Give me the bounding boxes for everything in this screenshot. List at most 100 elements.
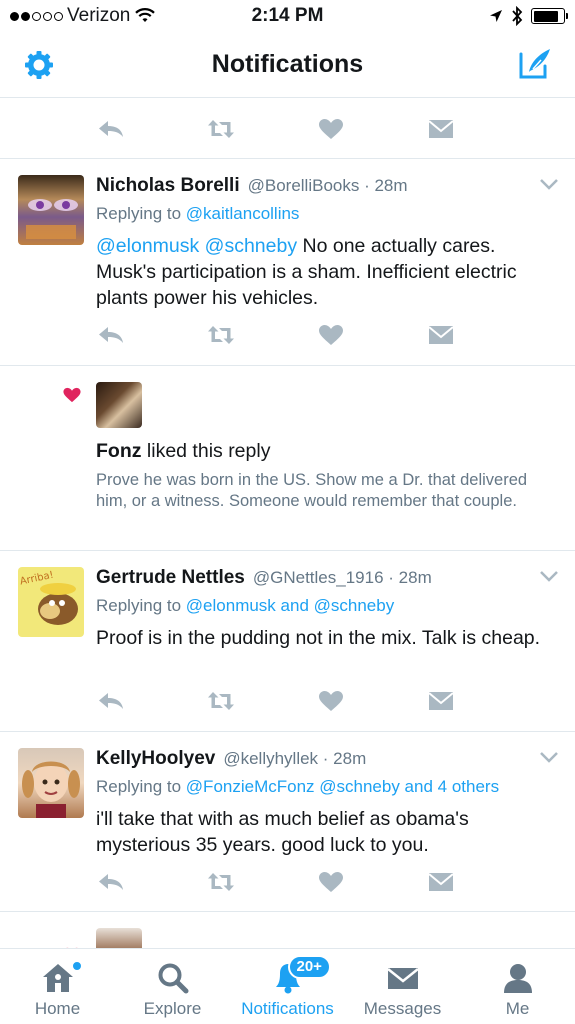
replying-to-link[interactable]: @FonzieMcFonz @schneby and 4 others bbox=[186, 777, 499, 796]
envelope-icon bbox=[428, 326, 454, 344]
tweet-text: i'll take that with as much belief as ob… bbox=[96, 808, 469, 856]
replying-to-link[interactable]: @kaitlancollins bbox=[186, 204, 300, 223]
replying-label: Replying to bbox=[96, 204, 182, 223]
replying-to-link[interactable]: @elonmusk and @schneby bbox=[186, 596, 394, 615]
like-button[interactable] bbox=[276, 870, 386, 894]
author-name[interactable]: KellyHoolyev bbox=[96, 746, 215, 772]
retweet-button[interactable] bbox=[166, 870, 276, 894]
notifications-feed[interactable]: Nicholas Borelli @BorelliBooks · 28m Rep… bbox=[0, 99, 575, 948]
tweet-time: · 28m bbox=[322, 749, 367, 768]
reply-button[interactable] bbox=[56, 870, 166, 894]
envelope-icon bbox=[386, 968, 419, 989]
heart-icon bbox=[319, 325, 343, 345]
new-content-dot bbox=[71, 961, 82, 971]
avatar[interactable] bbox=[96, 382, 142, 428]
author-handle[interactable]: @kellyhyllek bbox=[223, 749, 318, 768]
tweet-time: · 28m bbox=[388, 568, 432, 587]
liked-tweet-text[interactable]: Prove he was born in the US. Show me a D… bbox=[96, 470, 545, 511]
heart-icon bbox=[319, 691, 343, 711]
heart-icon bbox=[319, 119, 343, 139]
retweet-icon bbox=[208, 120, 234, 138]
tab-label: Notifications bbox=[241, 999, 334, 1018]
avatar[interactable]: Arriba! bbox=[18, 567, 84, 637]
status-bar: Verizon 2:14 PM bbox=[0, 0, 575, 32]
author-handle[interactable]: @BorelliBooks bbox=[248, 176, 360, 195]
tab-label: Me bbox=[505, 999, 530, 1018]
retweet-icon bbox=[208, 873, 234, 891]
retweet-button[interactable] bbox=[166, 689, 276, 713]
child-photo-image bbox=[22, 761, 80, 818]
tweet-item[interactable]: Nicholas Borelli @BorelliBooks · 28m Rep… bbox=[0, 159, 575, 366]
retweet-button[interactable] bbox=[166, 117, 276, 141]
reply-button[interactable] bbox=[56, 117, 166, 141]
compose-icon[interactable] bbox=[517, 46, 553, 82]
tweet-text: Proof is in the pudding not in the mix. … bbox=[96, 627, 541, 649]
top-nav-bar: Notifications bbox=[0, 32, 575, 98]
signal-strength-icon bbox=[10, 11, 63, 21]
tab-label: Explore bbox=[143, 999, 202, 1018]
avatar[interactable] bbox=[18, 748, 84, 818]
bluetooth-icon bbox=[512, 6, 523, 26]
retweet-icon bbox=[208, 692, 234, 710]
carrier-info: Verizon bbox=[10, 5, 156, 27]
message-button[interactable] bbox=[386, 323, 496, 347]
mention-link[interactable]: @elonmusk @schneby bbox=[96, 235, 297, 257]
book-cover-image bbox=[26, 199, 78, 239]
wifi-icon bbox=[135, 8, 156, 22]
tab-explore[interactable]: Explore bbox=[115, 949, 230, 1024]
reply-button[interactable] bbox=[56, 689, 166, 713]
like-button[interactable] bbox=[276, 323, 386, 347]
envelope-icon bbox=[428, 873, 454, 891]
author-name[interactable]: Gertrude Nettles bbox=[96, 565, 245, 591]
person-icon bbox=[503, 964, 532, 993]
avatar[interactable] bbox=[96, 928, 142, 948]
reply-icon bbox=[99, 874, 123, 890]
author-name[interactable]: Nicholas Borelli bbox=[96, 173, 240, 199]
chevron-down-icon[interactable] bbox=[539, 750, 559, 764]
bottom-tab-bar: Home Explore 20+ Notifications Messages … bbox=[0, 948, 575, 1024]
message-button[interactable] bbox=[386, 117, 496, 141]
chevron-down-icon[interactable] bbox=[539, 177, 559, 191]
tab-me[interactable]: Me bbox=[460, 949, 575, 1024]
tab-label: Messages bbox=[363, 999, 442, 1018]
location-arrow-icon bbox=[490, 10, 502, 22]
message-button[interactable] bbox=[386, 689, 496, 713]
like-notification[interactable] bbox=[0, 928, 575, 948]
home-icon bbox=[42, 964, 73, 992]
replying-to: Replying to @FonzieMcFonz @schneby and 4… bbox=[96, 774, 555, 800]
search-icon bbox=[158, 963, 188, 994]
envelope-icon bbox=[428, 120, 454, 138]
author-handle[interactable]: @GNettles_1916 bbox=[253, 568, 384, 587]
tab-home[interactable]: Home bbox=[0, 949, 115, 1024]
avatar[interactable] bbox=[18, 175, 84, 245]
partial-tweet-actions bbox=[0, 99, 575, 159]
battery-icon bbox=[531, 8, 568, 24]
tweet-text: @elonmusk @schneby No one actually cares… bbox=[96, 233, 555, 311]
heart-icon bbox=[319, 872, 343, 892]
reply-icon bbox=[99, 693, 123, 709]
cartoon-avatar-image: Arriba! bbox=[19, 570, 78, 625]
retweet-button[interactable] bbox=[166, 323, 276, 347]
liker-name[interactable]: Fonz bbox=[96, 440, 141, 462]
heart-icon bbox=[63, 387, 81, 403]
message-button[interactable] bbox=[386, 870, 496, 894]
like-button[interactable] bbox=[276, 689, 386, 713]
tweet-item[interactable]: Arriba! Gertrude Nettles @GNettles_1916 … bbox=[0, 551, 575, 732]
page-title: Notifications bbox=[211, 50, 364, 78]
replying-to: Replying to @kaitlancollins bbox=[96, 201, 555, 227]
reply-icon bbox=[99, 327, 123, 343]
tab-messages[interactable]: Messages bbox=[345, 949, 460, 1024]
chevron-down-icon[interactable] bbox=[539, 569, 559, 583]
like-button[interactable] bbox=[276, 117, 386, 141]
reply-button[interactable] bbox=[56, 323, 166, 347]
like-notification[interactable]: Fonz liked this reply Prove he was born … bbox=[0, 366, 575, 551]
liked-action: liked this reply bbox=[146, 440, 271, 462]
envelope-icon bbox=[428, 692, 454, 710]
tab-notifications[interactable]: 20+ Notifications bbox=[230, 949, 345, 1024]
reply-icon bbox=[99, 121, 123, 137]
liked-summary: Fonz liked this reply bbox=[96, 438, 575, 464]
tweet-item[interactable]: KellyHoolyev @kellyhyllek · 28m Replying… bbox=[0, 732, 575, 912]
tweet-time: · 28m bbox=[364, 176, 408, 195]
gear-icon[interactable] bbox=[22, 48, 56, 82]
replying-label: Replying to bbox=[96, 777, 182, 796]
